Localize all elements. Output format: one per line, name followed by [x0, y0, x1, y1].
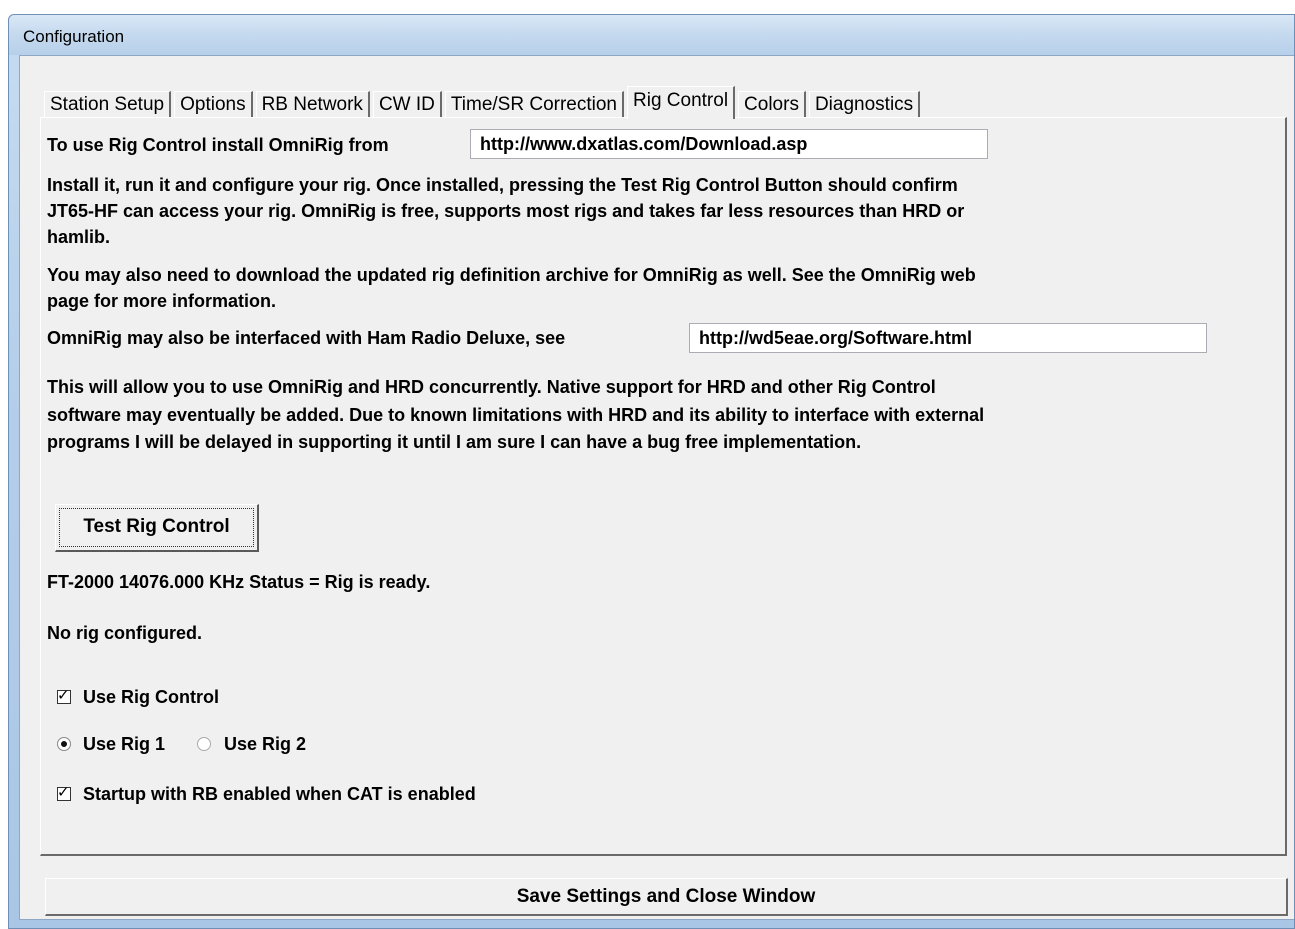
rig-1-status-text: FT-2000 14076.000 KHz Status = Rig is re…: [47, 572, 431, 592]
checkmark-icon: ✓: [57, 784, 70, 801]
tab-diagnostics[interactable]: Diagnostics: [808, 91, 921, 118]
concurrent-support-text: This will allow you to use OmniRig and H…: [47, 377, 985, 452]
use-rig-2-radio[interactable]: [197, 737, 211, 751]
title-bar[interactable]: Configuration: [9, 15, 1294, 55]
startup-rb-checkbox[interactable]: ✓: [57, 784, 71, 801]
checkmark-icon: ✓: [57, 687, 70, 704]
tab-time-sr-correction[interactable]: Time/SR Correction: [444, 91, 624, 118]
configuration-window: Configuration Station Setup Options RB Net…: [8, 14, 1295, 929]
update-archive-text: You may also need to download the update…: [47, 265, 976, 311]
install-omnirig-label: To use Rig Control install OmniRig from: [47, 135, 389, 155]
use-rig-1-label[interactable]: Use Rig 1: [83, 731, 165, 757]
tab-strip: Station Setup Options RB Network CW ID Time/…: [44, 86, 923, 119]
omnirig-url-field[interactable]: http://www.dxatlas.com/Download.asp: [470, 129, 988, 159]
use-rig-2-label[interactable]: Use Rig 2: [224, 731, 306, 757]
use-rig-1-radio[interactable]: [57, 737, 71, 751]
use-rig-control-label[interactable]: Use Rig Control: [83, 684, 219, 710]
window-client-area: Station Setup Options RB Network CW ID Time/…: [19, 55, 1294, 920]
tab-rig-control[interactable]: Rig Control: [627, 86, 736, 119]
save-settings-close-button[interactable]: Save Settings and Close Window: [45, 878, 1288, 916]
window-title: Configuration: [23, 27, 125, 46]
install-instructions-text: Install it, run it and configure your ri…: [47, 175, 965, 247]
radio-selected-dot-icon: [61, 741, 67, 747]
test-rig-control-button[interactable]: Test Rig Control: [55, 504, 259, 552]
tab-options[interactable]: Options: [174, 91, 253, 118]
test-rig-control-button-label: Test Rig Control: [59, 508, 254, 547]
hrd-url-field[interactable]: http://wd5eae.org/Software.html: [689, 323, 1207, 353]
tab-colors[interactable]: Colors: [738, 91, 806, 118]
hrd-interface-label: OmniRig may also be interfaced with Ham …: [47, 328, 566, 348]
startup-rb-label[interactable]: Startup with RB enabled when CAT is enab…: [83, 781, 476, 807]
rig-control-panel: To use Rig Control install OmniRig from …: [40, 117, 1287, 856]
tab-cw-id[interactable]: CW ID: [372, 91, 442, 118]
tab-station-setup[interactable]: Station Setup: [44, 91, 172, 118]
tab-rb-network[interactable]: RB Network: [255, 91, 370, 118]
use-rig-control-checkbox[interactable]: ✓: [57, 687, 71, 704]
rig-2-status-text: No rig configured.: [47, 623, 202, 643]
